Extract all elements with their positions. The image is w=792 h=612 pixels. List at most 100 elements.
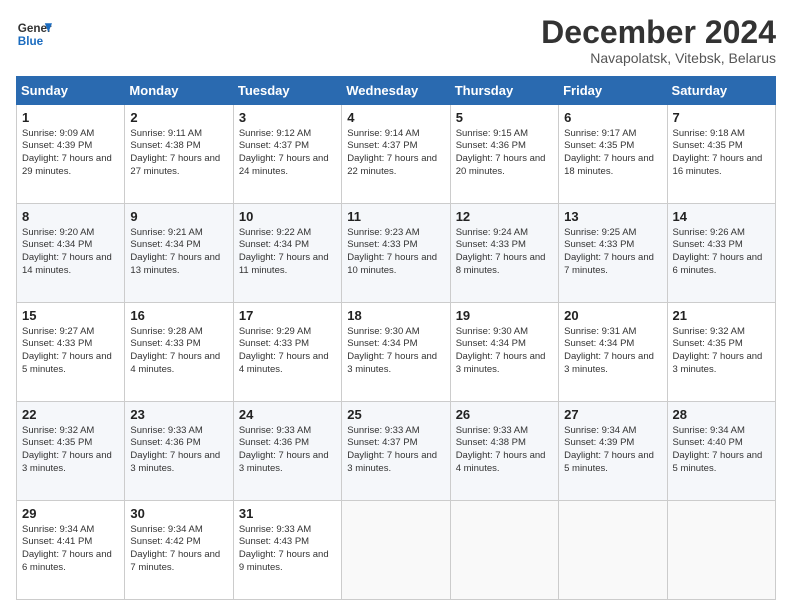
calendar-cell: 31Sunrise: 9:33 AMSunset: 4:43 PMDayligh… — [233, 501, 341, 600]
calendar-cell: 29Sunrise: 9:34 AMSunset: 4:41 PMDayligh… — [17, 501, 125, 600]
sunset-text: Sunset: 4:35 PM — [564, 140, 634, 151]
sunrise-text: Sunrise: 9:31 AM — [564, 326, 636, 337]
day-number: 30 — [130, 505, 227, 523]
sunset-text: Sunset: 4:40 PM — [673, 437, 743, 448]
daylight-text: Daylight: 7 hours and 14 minutes. — [22, 252, 112, 276]
daylight-text: Daylight: 7 hours and 3 minutes. — [22, 450, 112, 474]
sunset-text: Sunset: 4:33 PM — [347, 239, 417, 250]
sunrise-text: Sunrise: 9:22 AM — [239, 227, 311, 238]
day-number: 26 — [456, 406, 553, 424]
day-number: 20 — [564, 307, 661, 325]
day-header-monday: Monday — [125, 77, 233, 105]
month-title: December 2024 — [541, 16, 776, 48]
calendar-cell — [342, 501, 450, 600]
calendar-cell: 5Sunrise: 9:15 AMSunset: 4:36 PMDaylight… — [450, 105, 558, 204]
daylight-text: Daylight: 7 hours and 3 minutes. — [239, 450, 329, 474]
day-number: 22 — [22, 406, 119, 424]
calendar-cell: 2Sunrise: 9:11 AMSunset: 4:38 PMDaylight… — [125, 105, 233, 204]
calendar-cell: 21Sunrise: 9:32 AMSunset: 4:35 PMDayligh… — [667, 303, 775, 402]
calendar-cell: 6Sunrise: 9:17 AMSunset: 4:35 PMDaylight… — [559, 105, 667, 204]
calendar-cell: 19Sunrise: 9:30 AMSunset: 4:34 PMDayligh… — [450, 303, 558, 402]
day-header-sunday: Sunday — [17, 77, 125, 105]
sunset-text: Sunset: 4:43 PM — [239, 536, 309, 547]
daylight-text: Daylight: 7 hours and 11 minutes. — [239, 252, 329, 276]
calendar-cell: 20Sunrise: 9:31 AMSunset: 4:34 PMDayligh… — [559, 303, 667, 402]
sunrise-text: Sunrise: 9:33 AM — [130, 425, 202, 436]
day-number: 13 — [564, 208, 661, 226]
calendar-cell: 4Sunrise: 9:14 AMSunset: 4:37 PM Daylight… — [342, 105, 450, 204]
sunset-text: Sunset: 4:39 PM — [564, 437, 634, 448]
sunrise-text: Sunrise: 9:25 AM — [564, 227, 636, 238]
day-number: 27 — [564, 406, 661, 424]
header: General Blue December 2024 Navapolatsk, … — [16, 16, 776, 66]
sunrise-text: Sunrise: 9:21 AM — [130, 227, 202, 238]
day-number: 12 — [456, 208, 553, 226]
calendar: SundayMondayTuesdayWednesdayThursdayFrid… — [16, 76, 776, 600]
sunrise-text: Sunrise: 9:34 AM — [22, 524, 94, 535]
daylight-text: Daylight: 7 hours and 7 minutes. — [130, 549, 220, 573]
daylight-text: Daylight: 7 hours and 3 minutes. — [456, 351, 546, 375]
sunrise-text: Sunrise: 9:14 AM — [347, 128, 419, 139]
calendar-cell: 26Sunrise: 9:33 AMSunset: 4:38 PMDayligh… — [450, 402, 558, 501]
day-number: 8 — [22, 208, 119, 226]
sunrise-text: Sunrise: 9:34 AM — [564, 425, 636, 436]
daylight-text: Daylight: 7 hours and 3 minutes. — [130, 450, 220, 474]
sunrise-text: Sunrise: 9:32 AM — [673, 326, 745, 337]
sunrise-text: Sunrise: 9:34 AM — [673, 425, 745, 436]
sunset-text: Sunset: 4:36 PM — [239, 437, 309, 448]
day-number: 2 — [130, 109, 227, 127]
sunrise-text: Sunrise: 9:30 AM — [347, 326, 419, 337]
sunset-text: Sunset: 4:34 PM — [130, 239, 200, 250]
sunset-text: Sunset: 4:33 PM — [22, 338, 92, 349]
calendar-cell: 10Sunrise: 9:22 AMSunset: 4:34 PMDayligh… — [233, 204, 341, 303]
sunset-text: Sunset: 4:35 PM — [673, 338, 743, 349]
sunrise-text: Sunrise: 9:26 AM — [673, 227, 745, 238]
calendar-cell: 14Sunrise: 9:26 AMSunset: 4:33 PMDayligh… — [667, 204, 775, 303]
daylight-text: Daylight: 7 hours and 27 minutes. — [130, 153, 220, 177]
calendar-cell: 22Sunrise: 9:32 AMSunset: 4:35 PMDayligh… — [17, 402, 125, 501]
daylight-text: Daylight: 7 hours and 4 minutes. — [239, 351, 329, 375]
week-row-3: 15Sunrise: 9:27 AMSunset: 4:33 PMDayligh… — [17, 303, 776, 402]
sunset-text: Sunset: 4:34 PM — [347, 338, 417, 349]
week-row-1: 1Sunrise: 9:09 AMSunset: 4:39 PMDaylight… — [17, 105, 776, 204]
calendar-cell: 18Sunrise: 9:30 AMSunset: 4:34 PMDayligh… — [342, 303, 450, 402]
daylight-text: Daylight: 7 hours and 6 minutes. — [22, 549, 112, 573]
sunrise-text: Sunrise: 9:30 AM — [456, 326, 528, 337]
sunset-text: Sunset: 4:35 PM — [22, 437, 92, 448]
daylight-text: Daylight: 7 hours and 4 minutes. — [130, 351, 220, 375]
daylight-text: Daylight: 7 hours and 29 minutes. — [22, 153, 112, 177]
calendar-cell: 1Sunrise: 9:09 AMSunset: 4:39 PMDaylight… — [17, 105, 125, 204]
sunrise-text: Sunrise: 9:23 AM — [347, 227, 419, 238]
sunset-text: Sunset: 4:35 PM — [673, 140, 743, 151]
daylight-text: Daylight: 7 hours and 22 minutes. — [347, 153, 437, 177]
day-number: 3 — [239, 109, 336, 127]
day-number: 1 — [22, 109, 119, 127]
calendar-cell: 17Sunrise: 9:29 AMSunset: 4:33 PMDayligh… — [233, 303, 341, 402]
sunrise-text: Sunrise: 9:34 AM — [130, 524, 202, 535]
sunset-text: Sunset: 4:42 PM — [130, 536, 200, 547]
sunset-text: Sunset: 4:41 PM — [22, 536, 92, 547]
day-number: 28 — [673, 406, 770, 424]
sunrise-text: Sunrise: 9:33 AM — [456, 425, 528, 436]
daylight-text: Daylight: 7 hours and 10 minutes. — [347, 252, 437, 276]
daylight-text: Daylight: 7 hours and 3 minutes. — [673, 351, 763, 375]
daylight-text: Daylight: 7 hours and 16 minutes. — [673, 153, 763, 177]
logo: General Blue — [16, 16, 52, 57]
day-number: 15 — [22, 307, 119, 325]
sunrise-text: Sunrise: 9:15 AM — [456, 128, 528, 139]
day-number: 9 — [130, 208, 227, 226]
day-number: 25 — [347, 406, 444, 424]
sunrise-text: Sunrise: 9:24 AM — [456, 227, 528, 238]
day-number: 7 — [673, 109, 770, 127]
day-number: 4 — [347, 109, 444, 127]
sunrise-text: Sunrise: 9:09 AM — [22, 128, 94, 139]
sunset-text: Sunset: 4:36 PM — [456, 140, 526, 151]
sunset-text: Sunset: 4:37 PM — [239, 140, 309, 151]
sunrise-text: Sunrise: 9:18 AM — [673, 128, 745, 139]
calendar-cell — [667, 501, 775, 600]
daylight-text: Daylight: 7 hours and 13 minutes. — [130, 252, 220, 276]
daylight-text: Daylight: 7 hours and 3 minutes. — [564, 351, 654, 375]
day-number: 17 — [239, 307, 336, 325]
sunset-text: Sunset: 4:37 PM — [347, 140, 417, 151]
sunset-text: Sunset: 4:36 PM — [130, 437, 200, 448]
